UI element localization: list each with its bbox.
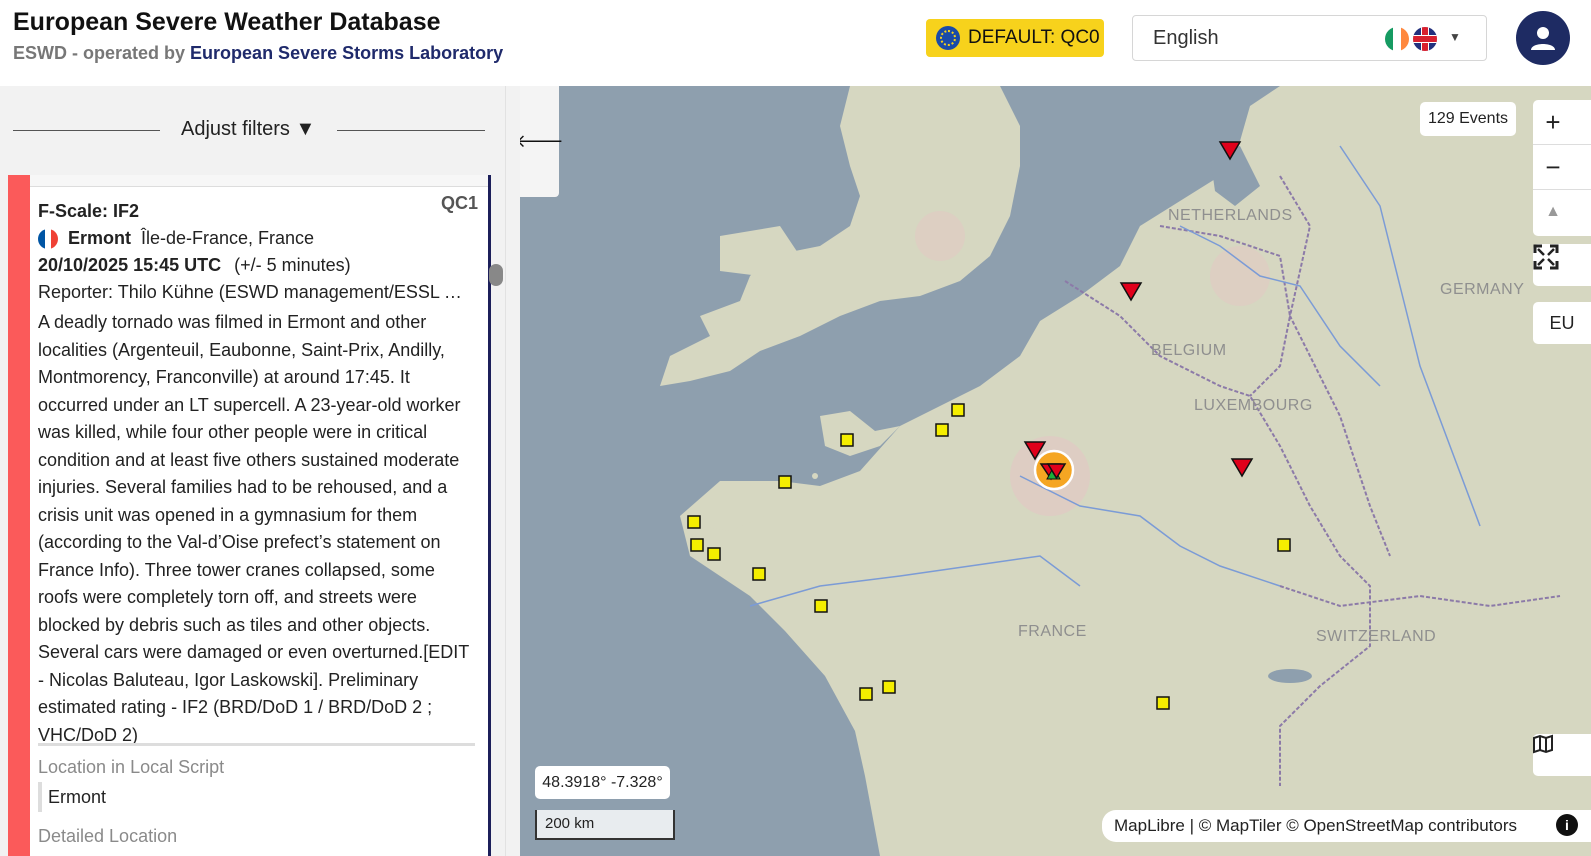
map-canvas xyxy=(660,86,1591,856)
qc-level-tag: QC1 xyxy=(440,193,478,213)
country-label-netherlands: NETHERLANDS xyxy=(1168,207,1293,224)
event-description: A deadly tornado was filmed in Ermont an… xyxy=(38,312,469,745)
divider xyxy=(337,130,485,131)
report-marker[interactable] xyxy=(687,515,701,529)
events-count-badge: 129 Events xyxy=(1420,102,1516,136)
report-marker[interactable] xyxy=(951,403,965,417)
event-datetime-row: 20/10/2025 15:45 UTC (+/- 5 minutes) xyxy=(38,255,351,276)
collapse-panel-button[interactable]: 🡐 xyxy=(520,86,564,197)
panel-scrollbar-track[interactable] xyxy=(505,86,520,856)
country-label-germany: GERMANY xyxy=(1440,281,1525,298)
language-select[interactable]: English ▼ xyxy=(1132,15,1487,61)
event-datetime: 20/10/2025 15:45 UTC xyxy=(38,255,222,275)
eu-flag-icon xyxy=(936,26,960,50)
zoom-controls: + − ▲ xyxy=(1533,100,1591,236)
map-attribution[interactable]: MapLibre | © MapTiler © OpenStreetMap co… xyxy=(1102,810,1591,842)
compass-button[interactable]: ▲ xyxy=(1533,190,1573,234)
qc-default-badge[interactable]: DEFAULT: QC0 xyxy=(926,19,1104,57)
report-marker[interactable] xyxy=(840,433,854,447)
event-city: Ermont xyxy=(68,228,131,248)
language-label: English xyxy=(1153,27,1219,49)
local-script-value: Ermont xyxy=(38,782,106,812)
zoom-in-button[interactable]: + xyxy=(1533,100,1573,144)
user-icon xyxy=(1531,27,1555,50)
map-scale-bar: 200 km xyxy=(535,810,675,840)
report-marker[interactable] xyxy=(1156,696,1170,710)
info-icon[interactable]: i xyxy=(1556,814,1578,836)
report-marker[interactable] xyxy=(778,475,792,489)
report-marker[interactable] xyxy=(935,423,949,437)
event-location: Ermont Île-de-France, France xyxy=(38,228,314,249)
detailed-location-label: Detailed Location xyxy=(38,826,178,846)
event-card: QC1 F-Scale: IF2 Ermont Île-de-France, F… xyxy=(8,175,491,856)
fscale-rating: F-Scale: IF2 xyxy=(38,201,140,221)
zoom-out-button[interactable]: − xyxy=(1533,145,1573,189)
ireland-flag-icon xyxy=(1385,27,1409,51)
report-marker[interactable] xyxy=(882,680,896,694)
organization-link[interactable]: European Severe Storms Laboratory xyxy=(190,43,503,63)
country-label-switzerland: SWITZERLAND xyxy=(1316,628,1437,645)
card-header-strip xyxy=(30,175,488,187)
event-region: Île-de-France, France xyxy=(141,228,315,248)
adjust-filters-button[interactable]: Adjust filters ▼ xyxy=(181,118,315,141)
cursor-coordinates: 48.3918° -7.328° xyxy=(535,766,670,799)
selected-event-marker[interactable] xyxy=(1033,449,1075,491)
compass-icon: ▲ xyxy=(1545,203,1561,220)
report-marker[interactable] xyxy=(1277,538,1291,552)
lake-geneva xyxy=(1268,669,1312,683)
region-eu-button[interactable]: EU xyxy=(1533,302,1591,344)
great-britain-land xyxy=(660,86,1020,386)
subtitle-prefix: ESWD - operated by xyxy=(13,43,186,63)
fullscreen-icon xyxy=(1533,244,1559,270)
report-marker[interactable] xyxy=(752,567,766,581)
report-marker[interactable] xyxy=(690,538,704,552)
country-label-belgium: BELGIUM xyxy=(1151,342,1227,359)
header: European Severe Weather Database ESWD - … xyxy=(0,0,1591,86)
event-reporter: Reporter: Thilo Kühne (ESWD management/E… xyxy=(38,282,470,302)
app-subtitle: ESWD - operated by European Severe Storm… xyxy=(13,43,503,64)
map-style-button[interactable] xyxy=(1533,734,1591,776)
arrow-left-icon: 🡐 xyxy=(520,131,564,151)
filter-bar: Adjust filters ▼ xyxy=(0,86,505,176)
mainland-europe-land xyxy=(680,86,1591,856)
report-marker[interactable] xyxy=(859,687,873,701)
report-marker[interactable] xyxy=(707,547,721,561)
divider xyxy=(38,743,475,746)
user-account-button[interactable] xyxy=(1516,11,1570,65)
uk-flag-icon xyxy=(1413,27,1437,51)
divider xyxy=(13,130,160,131)
fullscreen-button[interactable] xyxy=(1533,244,1591,286)
panel-scrollbar-thumb[interactable] xyxy=(489,264,503,286)
france-flag-icon xyxy=(38,228,58,249)
event-map[interactable]: NETHERLANDS BELGIUM LUXEMBOURG GERMANY F… xyxy=(520,86,1591,856)
event-side-panel: Adjust filters ▼ QC1 F-Scale: IF2 Ermont… xyxy=(0,86,520,856)
local-script-label: Location in Local Script xyxy=(38,757,225,777)
report-marker[interactable] xyxy=(814,599,828,613)
map-icon xyxy=(1533,734,1553,754)
region-eu-label: EU xyxy=(1549,312,1575,333)
country-label-france: FRANCE xyxy=(1018,623,1087,640)
qc-badge-label: DEFAULT: QC0 xyxy=(968,27,1100,48)
event-time-uncertainty: (+/- 5 minutes) xyxy=(234,255,351,275)
app-title: European Severe Weather Database xyxy=(13,8,441,36)
country-label-luxembourg: LUXEMBOURG xyxy=(1194,397,1313,414)
chevron-down-icon: ▼ xyxy=(1449,30,1461,44)
